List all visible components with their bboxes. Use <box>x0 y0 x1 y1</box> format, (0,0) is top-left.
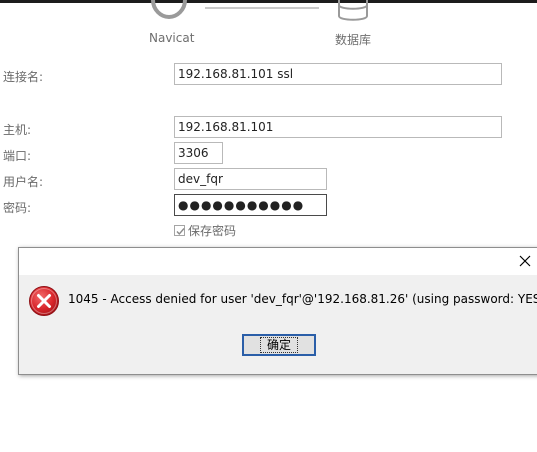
save-password-checkbox[interactable] <box>174 224 185 236</box>
dialog-body: 1045 - Access denied for user 'dev_fqr'@… <box>19 275 537 374</box>
password-input[interactable]: ●●●●●●●●●●● <box>174 194 327 216</box>
port-input[interactable]: 3306 <box>174 142 223 164</box>
username-input[interactable]: dev_fqr <box>174 168 327 190</box>
password-mask: ●●●●●●●●●●● <box>178 198 305 212</box>
connection-name-input[interactable]: 192.168.81.101 ssl <box>174 63 502 85</box>
port-label: 端口: <box>3 149 32 163</box>
connection-line <box>205 7 319 9</box>
dialog-titlebar <box>19 248 537 275</box>
database-label: 数据库 <box>335 33 372 47</box>
save-password-row[interactable]: 保存密码 <box>174 222 236 238</box>
error-dialog: 1045 - Access denied for user 'dev_fqr'@… <box>18 247 537 375</box>
close-button[interactable] <box>515 252 535 270</box>
connection-window: Navicat 数据库 连接名: 192.168.81.101 ssl 主机: … <box>0 0 537 452</box>
database-icon <box>338 0 368 21</box>
checkmark-icon <box>176 227 185 235</box>
host-label: 主机: <box>3 123 32 137</box>
password-label: 密码: <box>3 201 32 215</box>
ok-button-label: 确定 <box>259 337 298 353</box>
navicat-label: Navicat <box>149 31 195 45</box>
error-icon <box>29 286 59 316</box>
username-label: 用户名: <box>3 175 44 189</box>
ok-button[interactable]: 确定 <box>242 334 316 356</box>
connection-name-label: 连接名: <box>3 70 44 84</box>
close-icon <box>519 255 531 267</box>
host-input[interactable]: 192.168.81.101 <box>174 116 502 138</box>
navicat-icon <box>151 0 187 20</box>
save-password-label: 保存密码 <box>188 223 237 238</box>
window-top-edge <box>0 0 537 3</box>
error-message: 1045 - Access denied for user 'dev_fqr'@… <box>68 292 537 306</box>
